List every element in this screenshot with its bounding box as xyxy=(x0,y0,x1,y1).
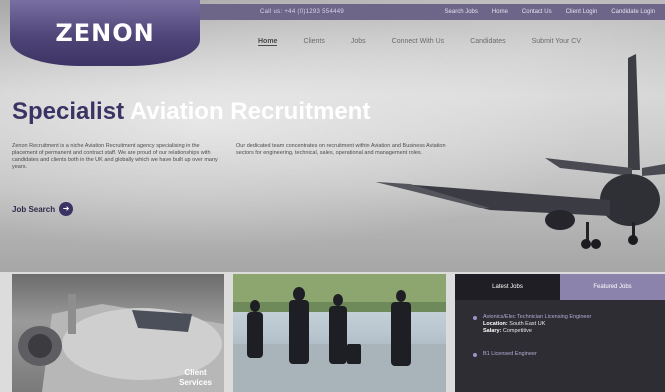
nav-item-candidates[interactable]: Candidates xyxy=(470,38,505,46)
page: Call us: +44 (0)1293 554449 Search Jobs … xyxy=(0,0,665,392)
job-location: Location: South East UK xyxy=(483,321,655,328)
jobs-tabs: Latest Jobs Featured Jobs xyxy=(455,274,665,300)
caption-line-2: Services xyxy=(179,378,212,387)
job-salary: Salary: Competitive xyxy=(483,328,655,335)
intro-text-left: Zenon Recruitment is a niche Aviation Re… xyxy=(12,143,218,170)
nav-item-connect[interactable]: Connect With Us xyxy=(392,38,445,46)
location-value: South East UK xyxy=(509,321,546,327)
job-search-label: Job Search xyxy=(12,204,56,214)
utility-link-contact[interactable]: Contact Us xyxy=(522,9,552,15)
salary-label: Salary: xyxy=(483,328,502,334)
job-search-link[interactable]: Job Search ➜ xyxy=(12,202,74,216)
nav-item-submit-cv[interactable]: Submit Your CV xyxy=(532,38,581,46)
page-title: Specialist Aviation Recruitment xyxy=(12,98,370,126)
tab-featured-jobs[interactable]: Featured Jobs xyxy=(560,274,665,300)
intro-text-right: Our dedicated team concentrates on recru… xyxy=(236,143,446,156)
job-title[interactable]: B1 Licensed Engineer xyxy=(483,351,655,358)
client-services-panel[interactable]: Client Services xyxy=(12,274,224,392)
hero-banner: Call us: +44 (0)1293 554449 Search Jobs … xyxy=(0,0,665,272)
logo-text: ZENON xyxy=(55,19,155,47)
main-nav: Home Clients Jobs Connect With Us Candid… xyxy=(258,38,665,46)
jobs-panel: Latest Jobs Featured Jobs Avionics/Elec … xyxy=(455,274,665,392)
crew-walking-image xyxy=(233,274,446,392)
utility-link-candidate-login[interactable]: Candidate Login xyxy=(611,9,655,15)
utility-link-client-login[interactable]: Client Login xyxy=(566,9,598,15)
headline-part1: Specialist xyxy=(12,98,125,125)
client-services-caption: Client Services xyxy=(179,368,212,388)
list-item[interactable]: Avionics/Elec Technician Licensing Engin… xyxy=(473,314,655,335)
arrow-right-icon: ➜ xyxy=(59,202,74,216)
job-title[interactable]: Avionics/Elec Technician Licensing Engin… xyxy=(483,314,655,321)
headline-part2: Aviation Recruitment xyxy=(129,98,371,125)
phone-number: Call us: +44 (0)1293 554449 xyxy=(260,9,344,15)
nav-item-clients[interactable]: Clients xyxy=(303,38,324,46)
caption-line-1: Client xyxy=(184,368,207,377)
nav-item-home[interactable]: Home xyxy=(258,38,278,46)
utility-links: Search Jobs Home Contact Us Client Login… xyxy=(445,9,655,15)
utility-bar: Call us: +44 (0)1293 554449 Search Jobs … xyxy=(200,4,665,20)
tab-latest-jobs[interactable]: Latest Jobs xyxy=(455,274,560,300)
salary-value: Competitive xyxy=(502,328,532,334)
utility-link-search-jobs[interactable]: Search Jobs xyxy=(445,9,478,15)
utility-link-home[interactable]: Home xyxy=(492,9,508,15)
crew-image-panel xyxy=(233,274,446,392)
location-label: Location: xyxy=(483,321,508,327)
logo[interactable]: ZENON xyxy=(10,0,200,66)
nav-item-jobs[interactable]: Jobs xyxy=(351,38,366,46)
list-item[interactable]: B1 Licensed Engineer xyxy=(473,351,655,358)
jobs-list: Avionics/Elec Technician Licensing Engin… xyxy=(455,300,665,358)
